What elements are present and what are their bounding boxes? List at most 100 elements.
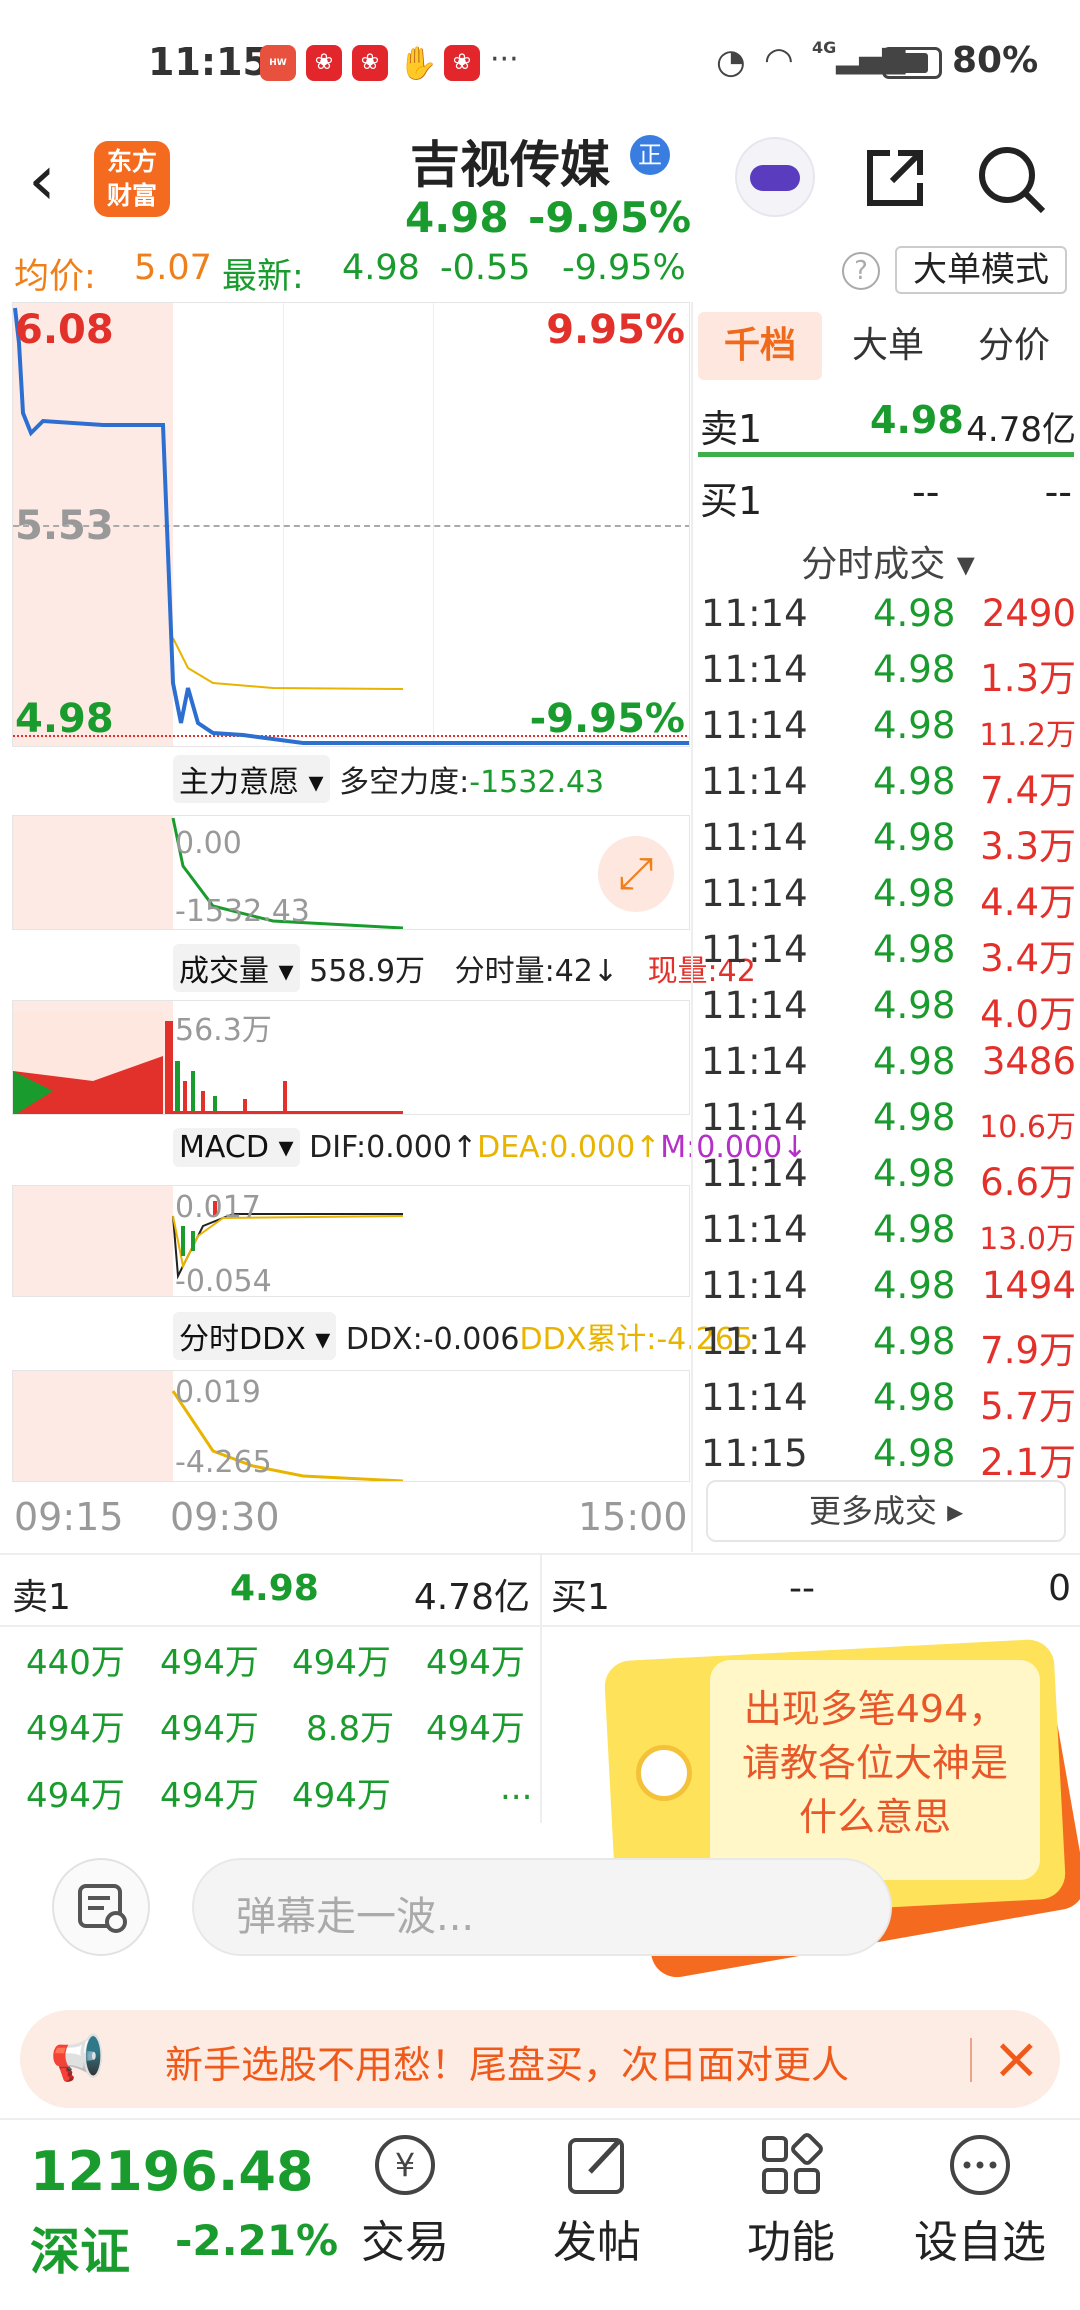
trade-row: 11:14 4.98 3.3万 <box>701 816 1076 868</box>
trade-row: 11:14 4.98 7.4万 <box>701 760 1076 812</box>
main-force-chart[interactable]: 0.00 -1532.43 ⤢ <box>12 815 690 930</box>
avg-label: 均价: <box>14 257 96 297</box>
app-notification-icon: ❀ <box>306 45 342 81</box>
trades-list[interactable]: 11:14 4.98 2490 11:14 4.98 1.3万 11:14 4.98 11.… <box>693 592 1080 1492</box>
main-force-axis-top: 0.00 <box>175 826 242 861</box>
trade-row: 11:14 4.98 4.0万 <box>701 984 1076 1036</box>
trade-row: 11:14 4.98 7.9万 <box>701 1320 1076 1372</box>
danmaku-input[interactable]: 弹幕走一波... <box>192 1858 892 1956</box>
status-bar: 11:15 HW ❀ ❀ ✋ ❀ ··· ◔ ◠ 4G ▂▄▆ 80% <box>0 0 1080 125</box>
index-quote[interactable]: 12196.48 深证 -2.21% <box>30 2140 338 2300</box>
price-chart[interactable]: 6.08 9.95% 5.53 4.98 -9.95% <box>12 302 690 747</box>
trade-row: 11:14 4.98 4.4万 <box>701 872 1076 924</box>
trade-row: 11:14 4.98 10.6万 <box>701 1096 1076 1145</box>
quote-divider-mid <box>540 1553 542 1823</box>
tag-hole <box>636 1745 692 1801</box>
header-price: 4.98 <box>405 193 509 242</box>
macd-dropdown[interactable]: MACD ▾ <box>173 1128 300 1167</box>
macd-chart[interactable]: 0.017 -0.054 <box>12 1185 690 1297</box>
quote-divider-row <box>0 1625 1080 1627</box>
latest-change: -0.55 <box>440 248 531 288</box>
trade-row: 11:14 4.98 6.6万 <box>701 1152 1076 1204</box>
speed-icon: ◔ <box>716 42 746 82</box>
right-sell1-row: 卖1 4.98 4.78亿 <box>698 398 1078 458</box>
time-axis-end: 15:00 <box>578 1495 688 1539</box>
latest-value: 4.98 <box>342 248 420 288</box>
time-axis-start: 09:15 <box>14 1495 124 1539</box>
buy1-price: -- <box>912 470 940 514</box>
queue-item: 440万 <box>26 1643 125 1683</box>
queue-item: 494万 <box>160 1643 259 1683</box>
quote-sell-vol: 4.78亿 <box>413 1577 530 1618</box>
ddx-dropdown[interactable]: 分时DDX ▾ <box>173 1312 337 1360</box>
queue-item: 8.8万 <box>306 1709 395 1749</box>
more-dots-icon <box>945 2130 1015 2200</box>
app-logo[interactable]: 东方 财富 <box>94 141 170 217</box>
sell1-vol: 4.78亿 <box>966 410 1076 450</box>
nav-trade[interactable]: ¥ 交易 <box>330 2130 480 2270</box>
trade-row: 11:14 4.98 1494 <box>701 1264 1076 1307</box>
nav-post[interactable]: 发帖 <box>522 2130 672 2270</box>
index-name: 深证 <box>30 2223 130 2281</box>
ddx-axis-bottom: -4.265 <box>175 1445 272 1480</box>
more-trades-button[interactable]: 更多成交 ▸ <box>706 1480 1066 1542</box>
back-icon[interactable]: ‹ <box>28 145 56 215</box>
sell1-label: 卖1 <box>700 407 763 451</box>
buy1-vol: -- <box>1044 470 1072 514</box>
app-notification-icon: ❀ <box>352 45 388 81</box>
queue-item: ... <box>500 1768 533 1808</box>
tab-large-order[interactable]: 大单 <box>826 312 950 380</box>
time-axis-open: 09:30 <box>170 1495 280 1539</box>
volume-split: 分时量:42↓ <box>454 954 619 989</box>
grid-icon <box>756 2130 826 2200</box>
tab-qiandang[interactable]: 千档 <box>698 312 822 380</box>
share-icon[interactable] <box>860 143 930 213</box>
danmaku-settings-button[interactable] <box>52 1858 150 1956</box>
expand-icon[interactable]: ⤢ <box>598 836 674 912</box>
main-force-axis-bottom: -1532.43 <box>175 894 310 929</box>
trade-row: 11:14 4.98 3486 <box>701 1040 1076 1083</box>
queue-item: 494万 <box>292 1643 391 1683</box>
trade-row: 11:14 4.98 11.2万 <box>701 704 1076 753</box>
network-label: 4G <box>812 38 837 57</box>
main-force-dropdown[interactable]: 主力意愿 ▾ <box>173 755 330 803</box>
info-line: 均价: 5.07 最新: 4.98 -0.55 -9.95% ? 大单模式 <box>0 246 1080 302</box>
close-icon[interactable]: × <box>992 2024 1041 2092</box>
trade-row: 11:14 4.98 5.7万 <box>701 1376 1076 1428</box>
latest-pct: -9.95% <box>562 248 686 288</box>
quote-buy-vol: 0 <box>1048 1568 1071 1609</box>
queue-item: 494万 <box>26 1709 125 1749</box>
logo-line2: 财富 <box>106 181 157 210</box>
quote-buy-label: 买1 <box>551 1577 610 1618</box>
ddx-axis-top: 0.019 <box>175 1375 261 1410</box>
header-change-pct: -9.95% <box>528 193 692 242</box>
nav-add-watchlist[interactable]: 设自选 <box>905 2130 1055 2270</box>
banner-divider <box>970 2038 972 2082</box>
tag-line: 出现多笔494， <box>743 1687 1007 1731</box>
logo-line1: 东方 <box>106 147 157 176</box>
macd-dea: DEA:0.000↑ <box>477 1130 661 1165</box>
price-low-pct: -9.95% <box>529 696 685 742</box>
price-high-pct: 9.95% <box>546 307 685 353</box>
trades-title[interactable]: 分时成交 ▾ <box>698 535 1078 585</box>
mode-button[interactable]: 大单模式 <box>895 246 1067 294</box>
queue-item: 494万 <box>426 1709 525 1749</box>
help-icon[interactable]: ? <box>842 252 880 290</box>
tab-price-distribution[interactable]: 分价 <box>952 312 1076 380</box>
queue-item: 494万 <box>292 1776 391 1816</box>
tag-line: 什么意思 <box>798 1795 951 1839</box>
ddx-chart[interactable]: 0.019 -4.265 <box>12 1370 690 1482</box>
nav-function[interactable]: 功能 <box>716 2130 866 2270</box>
main-force-header: 主力意愿 ▾ 多空力度:-1532.43 <box>173 755 604 803</box>
buy1-label: 买1 <box>700 479 763 523</box>
robot-avatar[interactable] <box>735 137 815 217</box>
quote-sell-price: 4.98 <box>230 1568 319 1609</box>
queue-item: 494万 <box>160 1776 259 1816</box>
index-change: -2.21% <box>175 2216 339 2265</box>
avg-value: 5.07 <box>134 248 212 288</box>
bottom-nav-divider <box>0 2118 1080 2120</box>
volume-dropdown[interactable]: 成交量 ▾ <box>173 944 300 992</box>
volume-chart[interactable]: 56.3万 <box>12 1000 690 1115</box>
search-icon[interactable] <box>975 143 1047 215</box>
promo-banner[interactable]: 📢 新手选股不用愁！尾盘买，次日面对更人 × <box>20 2010 1060 2108</box>
